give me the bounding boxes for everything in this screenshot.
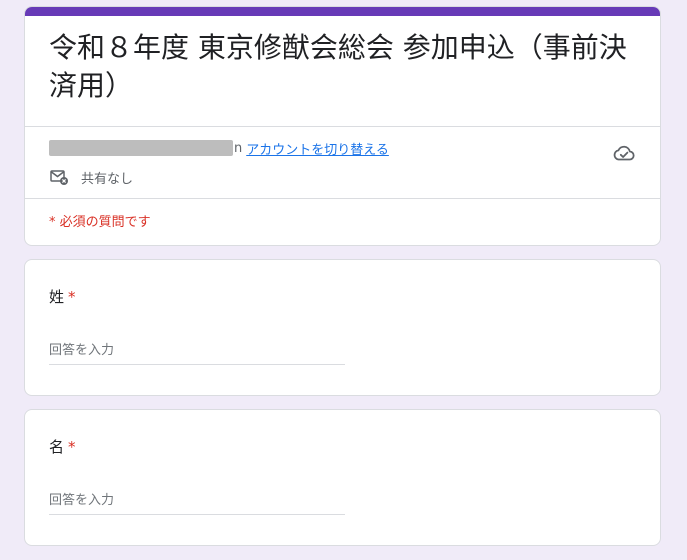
question-text: 名 (49, 438, 65, 456)
required-note: * 必須の質問です (49, 215, 151, 230)
first-name-input[interactable] (49, 486, 345, 515)
question-card-last-name: 姓 * (24, 259, 661, 396)
account-row: n アカウントを切り替える (49, 138, 389, 158)
header-divider (25, 126, 660, 127)
mail-shared-icon (50, 170, 68, 185)
required-star: * (68, 438, 76, 456)
switch-account-link[interactable]: アカウントを切り替える (246, 139, 389, 158)
question-label: 名 * (49, 436, 76, 457)
question-text: 姓 (49, 288, 65, 306)
question-card-first-name: 名 * (24, 409, 661, 546)
cloud-check-icon[interactable] (612, 141, 636, 165)
accent-bar (25, 7, 660, 16)
share-status-row: 共有なし (49, 165, 133, 189)
account-divider (25, 198, 660, 199)
share-status-text: 共有なし (81, 171, 134, 187)
redacted-email (49, 140, 233, 156)
last-name-input[interactable] (49, 336, 345, 365)
required-star: * (68, 288, 76, 306)
form-title: 令和８年度 東京修猷会総会 参加申込（事前決済用） (49, 31, 627, 102)
email-tail: n (234, 140, 243, 156)
form-header-card: 令和８年度 東京修猷会総会 参加申込（事前決済用） n アカウントを切り替える … (24, 6, 661, 246)
question-label: 姓 * (49, 286, 76, 307)
